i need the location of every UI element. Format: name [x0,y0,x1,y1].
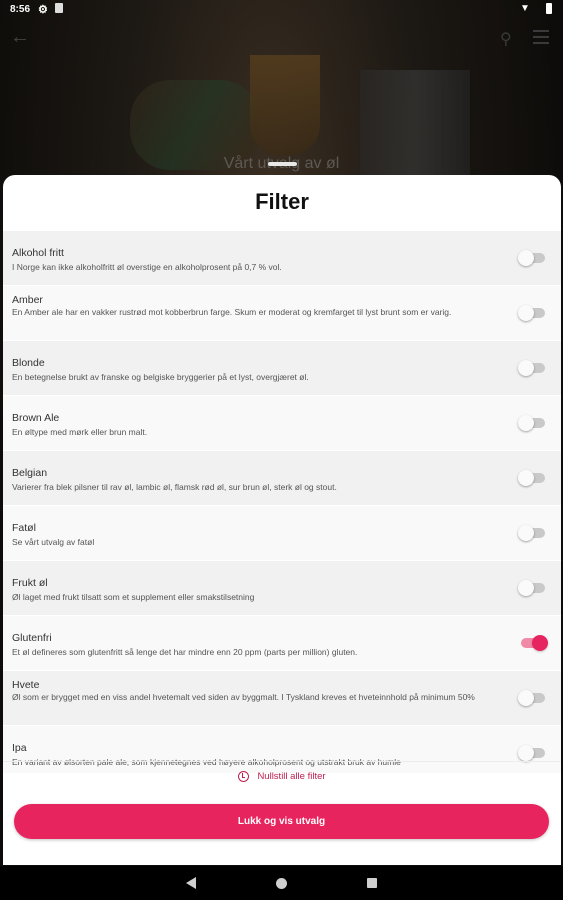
filter-row-fatol[interactable]: Fatøl Se vårt utvalg av fatøl [3,506,561,561]
filter-description: Øl som er brygget med en viss andel hvet… [12,692,475,702]
filter-toggle[interactable] [518,360,545,376]
filter-description: Se vårt utvalg av fatøl [12,537,95,547]
filter-row-belgian[interactable]: Belgian Varierer fra blek pilsner til ra… [3,451,561,506]
reset-filters-label: Nullstill alle filter [257,771,326,782]
sheet-title: Filter [255,189,309,214]
filter-title: Fatøl [12,522,36,534]
filter-description: Varierer fra blek pilsner til rav øl, la… [12,482,337,492]
background-beer-glass-image [250,55,320,155]
sd-card-icon [55,3,63,13]
toggle-knob [518,415,534,431]
filter-description: En betegnelse brukt av franske og belgis… [12,372,309,382]
filter-toggle[interactable] [521,635,548,651]
divider [3,761,561,762]
filter-description: Øl laget med frukt tilsatt som et supple… [12,592,255,602]
filter-row-amber[interactable]: Amber En Amber ale har en vakker rustrød… [3,286,561,341]
filter-description: En variant av ølsorten pale ale, som kje… [12,757,401,767]
toggle-knob [518,360,534,376]
filter-list: Alkohol fritt I Norge kan ikke alkoholfr… [3,231,561,774]
filter-title: Brown Ale [12,412,60,424]
wifi-icon: ▼ [520,3,530,14]
filter-toggle[interactable] [518,415,545,431]
filter-row-frukt-ol[interactable]: Frukt øl Øl laget med frukt tilsatt som … [3,561,561,616]
toggle-knob [518,525,534,541]
status-time: 8:56 [10,4,31,15]
filter-row-hvete[interactable]: Hvete Øl som er brygget med en viss ande… [3,671,561,726]
status-bar: 8:56 ⚙ ▼ [0,0,563,20]
nav-back-icon[interactable] [186,877,196,889]
filter-title: Frukt øl [12,577,48,589]
toggle-knob [532,635,548,651]
filter-title: Amber [12,294,43,306]
filter-row-alkohol-fritt[interactable]: Alkohol fritt I Norge kan ikke alkoholfr… [3,231,561,286]
filter-row-glutenfri[interactable]: Glutenfri Et øl defineres som glutenfrit… [3,616,561,671]
filter-description: En Amber ale har en vakker rustrød mot k… [12,307,452,317]
filter-title: Ipa [12,742,27,754]
filter-toggle[interactable] [518,745,545,761]
filter-toggle[interactable] [518,580,545,596]
filter-row-brown-ale[interactable]: Brown Ale En øltype med mørk eller brun … [3,396,561,451]
filter-title: Belgian [12,467,48,479]
filter-title: Alkohol fritt [12,247,64,259]
filter-toggle[interactable] [518,470,545,486]
sheet-drag-handle[interactable] [268,162,297,166]
filter-description: Et øl defineres som glutenfritt så lenge… [12,647,358,657]
toggle-knob [518,745,534,761]
history-reset-icon [238,771,250,782]
settings-gear-icon: ⚙ [38,4,48,16]
back-arrow-icon[interactable]: ← [10,27,30,47]
filter-title: Blonde [12,357,45,369]
nav-recents-icon[interactable] [367,878,377,888]
filter-description: En øltype med mørk eller brun malt. [12,427,148,437]
toggle-knob [518,580,534,596]
toggle-knob [518,250,534,266]
filter-description: I Norge kan ikke alkoholfritt øl oversti… [12,262,282,272]
search-icon[interactable]: ⚲ [500,29,512,49]
toggle-knob [518,470,534,486]
nav-home-icon[interactable] [276,878,287,889]
toggle-knob [518,690,534,706]
filter-row-ipa[interactable]: Ipa En variant av ølsorten pale ale, som… [3,726,561,774]
filter-title: Hvete [12,679,40,691]
filter-title: Glutenfri [12,632,52,644]
close-and-show-button[interactable]: Lukk og vis utvalg [14,804,549,839]
system-navigation-bar [0,866,563,900]
filter-toggle[interactable] [518,525,545,541]
filter-toggle[interactable] [518,690,545,706]
filter-bottom-sheet: Filter Alkohol fritt I Norge kan ikke al… [3,175,561,865]
toggle-knob [518,305,534,321]
battery-icon [546,3,552,14]
menu-icon[interactable] [533,30,549,48]
filter-row-blonde[interactable]: Blonde En betegnelse brukt av franske og… [3,341,561,396]
filter-toggle[interactable] [518,250,545,266]
filter-toggle[interactable] [518,305,545,321]
reset-filters-button[interactable]: Nullstill alle filter [3,771,561,782]
